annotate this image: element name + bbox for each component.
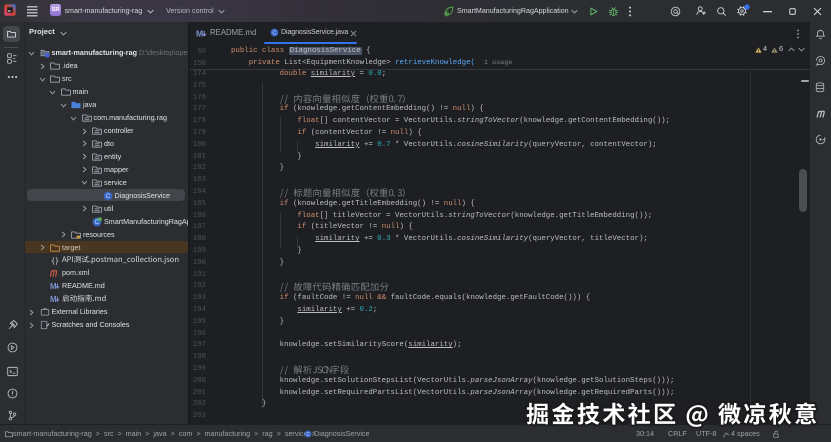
svg-text:M: M [50, 295, 57, 304]
svg-text:C: C [105, 193, 110, 200]
svg-text:M: M [50, 282, 57, 291]
svg-text:C: C [272, 30, 276, 36]
svg-text:C: C [306, 432, 310, 438]
svg-text:M: M [196, 28, 203, 38]
